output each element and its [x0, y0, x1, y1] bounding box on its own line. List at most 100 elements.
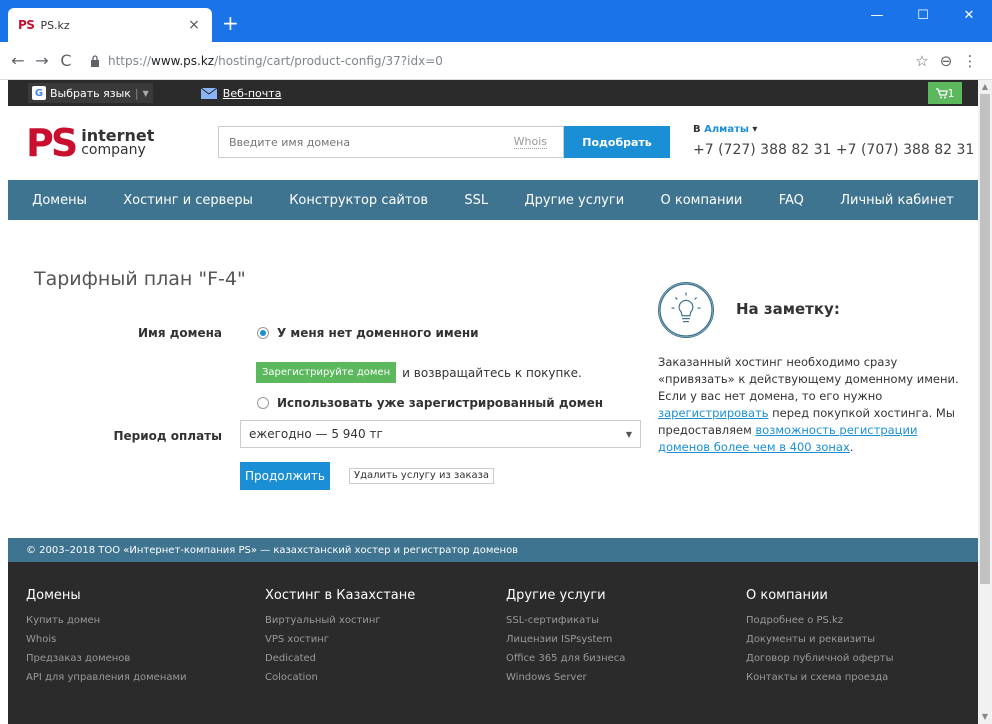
forward-button[interactable]: →	[30, 51, 54, 70]
logo-text: internet company	[81, 126, 155, 158]
scroll-thumb[interactable]	[980, 94, 990, 584]
maximize-button[interactable]: ☐	[900, 0, 946, 30]
address-bar: ← → C https://www.ps.kz/hosting/cart/pro…	[0, 42, 992, 80]
page-title: Тарифный план "F-4"	[34, 268, 246, 290]
window-controls: — ☐ ✕	[854, 0, 992, 30]
footer-link[interactable]: Whois	[26, 630, 256, 649]
footer-link[interactable]: Windows Server	[506, 668, 736, 687]
option-use-existing[interactable]: Использовать уже зарегистрированный доме…	[257, 396, 603, 410]
continue-button[interactable]: Продолжить	[240, 462, 330, 490]
main-content: Тарифный план "F-4" Имя домена У меня не…	[8, 220, 978, 538]
url-path: /hosting/cart/product-config/37?idx=0	[214, 53, 443, 68]
minimize-button[interactable]: —	[854, 0, 900, 30]
period-label: Период оплаты	[113, 429, 222, 443]
cart-button[interactable]: 1	[928, 82, 962, 104]
close-window-button[interactable]: ✕	[946, 0, 992, 30]
footer-link[interactable]: Office 365 для бизнеса	[506, 649, 736, 668]
option-no-domain-label: У меня нет доменного имени	[277, 326, 479, 340]
option-no-domain[interactable]: У меня нет доменного имени	[257, 326, 479, 340]
chevron-down-icon: ▼	[625, 429, 632, 439]
nav-item-site-builder[interactable]: Конструктор сайтов	[289, 193, 428, 208]
footer-link[interactable]: SSL-сертификаты	[506, 611, 736, 630]
footer-link[interactable]: Контакты и схема проезда	[746, 668, 976, 687]
footer-heading[interactable]: Домены	[26, 588, 256, 603]
tab-close-icon[interactable]: ×	[186, 17, 202, 33]
city-link[interactable]: Алматы	[704, 124, 749, 135]
city-selector[interactable]: В Алматы ▾	[693, 124, 757, 135]
footer-heading[interactable]: Хостинг в Казахстане	[265, 588, 495, 603]
footer-link[interactable]: Документы и реквизиты	[746, 630, 976, 649]
menu-icon[interactable]: ⋮	[958, 52, 982, 70]
logo-line2: company	[81, 142, 146, 158]
site-logo[interactable]: PS internet company	[26, 124, 154, 162]
footer-link[interactable]: API для управления доменами	[26, 668, 256, 687]
footer-link[interactable]: Dedicated	[265, 649, 495, 668]
profile-icon[interactable]: ⊖	[934, 52, 958, 70]
copyright-strip: © 2003–2018 ТОО «Интернет-компания PS» —…	[8, 538, 978, 562]
browser-tab[interactable]: PS PS.kz ×	[8, 8, 212, 42]
register-domain-button[interactable]: Зарегистрируйте домен	[256, 362, 397, 383]
footer-link[interactable]: Виртуальный хостинг	[265, 611, 495, 630]
scroll-up-icon[interactable]: ▲	[978, 80, 992, 94]
url-field[interactable]: https://www.ps.kz/hosting/cart/product-c…	[90, 54, 910, 68]
note-text-1: Заказанный хостинг необходимо сразу «при…	[658, 355, 959, 403]
url-scheme: https://	[108, 53, 152, 68]
nav-item-faq[interactable]: FAQ	[779, 193, 804, 208]
radio-no-domain[interactable]	[257, 327, 269, 339]
domain-label: Имя домена	[137, 326, 222, 340]
ps-favicon-icon: PS	[18, 18, 35, 32]
note-text-3: .	[849, 440, 854, 454]
footer-heading[interactable]: О компании	[746, 588, 976, 603]
nav-item-other-services[interactable]: Другие услуги	[525, 193, 625, 208]
nav-item-ssl[interactable]: SSL	[464, 193, 488, 208]
period-value: ежегодно — 5 940 тг	[249, 427, 383, 441]
search-domain-button[interactable]: Подобрать	[564, 126, 670, 158]
nav-item-account[interactable]: Личный кабинет	[840, 193, 954, 208]
phone-numbers: +7 (727) 388 82 31 +7 (707) 388 82 31	[693, 142, 975, 158]
radio-use-existing[interactable]	[257, 397, 269, 409]
remove-service-button[interactable]: Удалить услугу из заказа	[349, 468, 495, 484]
whois-link[interactable]: Whois	[513, 135, 547, 149]
back-button[interactable]: ←	[6, 51, 30, 70]
period-select[interactable]: ежегодно — 5 940 тг ▼	[240, 420, 641, 448]
scroll-down-icon[interactable]: ▼	[978, 710, 992, 724]
reload-button[interactable]: C	[54, 51, 78, 70]
footer-col-about: О компании Подробнее о PS.kz Документы и…	[746, 588, 976, 687]
language-selector[interactable]: G Выбрать язык | ▼	[28, 83, 153, 103]
logo-ps: PS	[26, 121, 78, 165]
page-viewport: G Выбрать язык | ▼ Веб-почта 1 PS intern…	[8, 80, 978, 724]
address-bar-actions: ☆ ⊖ ⋮	[910, 52, 982, 70]
browser-tab-bar: PS PS.kz × + — ☐ ✕	[0, 0, 992, 42]
lightbulb-icon	[658, 282, 714, 338]
google-icon: G	[32, 86, 46, 100]
logo-line1: internet	[81, 126, 155, 145]
bookmark-star-icon[interactable]: ☆	[910, 52, 934, 70]
footer-link[interactable]: Лицензии ISPsystem	[506, 630, 736, 649]
chevron-down-icon: ▼	[142, 88, 149, 98]
footer-link[interactable]: Купить домен	[26, 611, 256, 630]
cart-icon	[935, 87, 948, 98]
footer-link[interactable]: VPS хостинг	[265, 630, 495, 649]
footer-heading[interactable]: Другие услуги	[506, 588, 736, 603]
page-scrollbar[interactable]: ▲ ▼	[978, 80, 992, 724]
nav-item-domains[interactable]: Домены	[32, 193, 87, 208]
new-tab-button[interactable]: +	[222, 13, 239, 33]
language-separator: |	[134, 86, 139, 100]
domain-search-input[interactable]	[219, 127, 514, 157]
nav-item-hosting[interactable]: Хостинг и серверы	[123, 193, 253, 208]
register-text: и возвращайтесь к покупке.	[402, 365, 582, 380]
footer-link[interactable]: Подробнее о PS.kz	[746, 611, 976, 630]
webmail-link[interactable]: Веб-почта	[223, 87, 282, 100]
footer-link[interactable]: Colocation	[265, 668, 495, 687]
note-text: Заказанный хостинг необходимо сразу «при…	[658, 354, 963, 456]
register-link[interactable]: зарегистрировать	[658, 406, 769, 420]
url-host: www.ps.kz	[151, 53, 215, 68]
footer-col-domains: Домены Купить домен Whois Предзаказ доме…	[26, 588, 256, 687]
mail-icon	[200, 87, 217, 99]
footer-link[interactable]: Предзаказ доменов	[26, 649, 256, 668]
footer-link[interactable]: Договор публичной оферты	[746, 649, 976, 668]
nav-item-about[interactable]: О компании	[661, 193, 743, 208]
footer-col-other: Другие услуги SSL-сертификаты Лицензии I…	[506, 588, 736, 687]
cart-count: 1	[947, 86, 955, 100]
chevron-down-icon: ▾	[752, 124, 758, 135]
